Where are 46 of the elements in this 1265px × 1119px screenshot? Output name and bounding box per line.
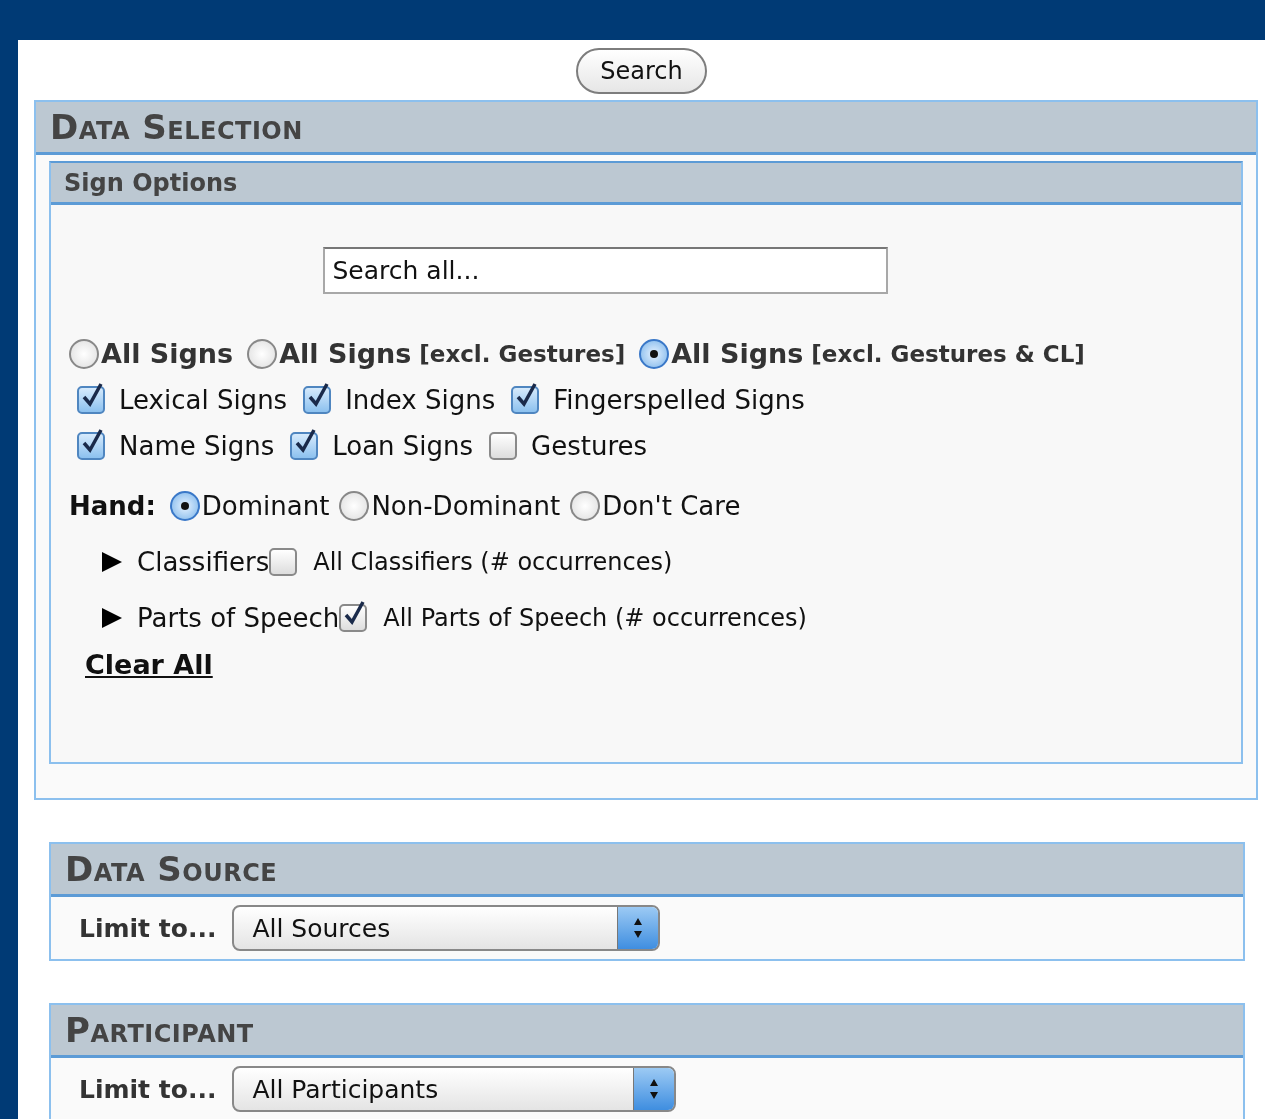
sign-type-checkbox-option[interactable]: Fingerspelled Signs [511, 385, 805, 415]
radio-button[interactable] [69, 338, 99, 369]
scope-radio-option[interactable]: All Signs [excl. Gestures & CL] [639, 338, 1085, 369]
radio-button[interactable] [247, 338, 278, 369]
checkbox[interactable] [77, 432, 105, 460]
filter-checkbox-option[interactable]: All Classifiers (# occurrences) [269, 548, 673, 576]
limit-label: Limit to... [79, 1074, 217, 1104]
hand-label: Hand: [69, 491, 156, 521]
checkbox[interactable] [77, 386, 105, 414]
filter-checkbox-option[interactable]: All Parts of Speech (# occurrences) [339, 604, 807, 632]
section-title: Participant [65, 1010, 254, 1050]
hand-radio-option[interactable]: Dominant [169, 491, 330, 521]
radio-button[interactable] [339, 491, 370, 521]
search-button[interactable]: Search [576, 48, 707, 94]
filter-label[interactable]: Parts of Speech [137, 603, 340, 633]
hand-radio-option[interactable]: Don't Care [570, 491, 741, 521]
stepper-icon [617, 907, 659, 949]
checkbox[interactable] [290, 432, 319, 460]
stepper-icon [633, 1068, 675, 1110]
clear-all-link[interactable]: Clear All [85, 649, 213, 680]
radio-button[interactable] [639, 338, 670, 369]
section-title: Data Selection [50, 107, 303, 147]
checkbox[interactable] [269, 548, 298, 576]
search-field[interactable]: Search all... [322, 247, 888, 294]
limit-label: Limit to... [79, 913, 217, 943]
sign-type-checkbox-option[interactable]: Name Signs [77, 431, 275, 461]
sign-type-checkbox-option[interactable]: Loan Signs [290, 431, 474, 461]
dropdown[interactable]: All Participants [232, 1066, 677, 1112]
disclosure-triangle-icon[interactable] [101, 551, 123, 573]
scope-radio-option[interactable]: All Signs [69, 338, 234, 369]
filter-label[interactable]: Classifiers [137, 547, 270, 577]
radio-button[interactable] [169, 491, 200, 521]
section-title: Data Source [65, 849, 278, 889]
subsection-title: Sign Options [64, 168, 238, 197]
sign-type-checkbox-option[interactable]: Gestures [489, 431, 648, 461]
hand-radio-option[interactable]: Non-Dominant [339, 491, 561, 521]
checkbox[interactable] [489, 432, 518, 460]
radio-button[interactable] [570, 491, 601, 521]
checkbox[interactable] [303, 386, 332, 414]
sign-type-checkbox-option[interactable]: Lexical Signs [77, 385, 288, 415]
disclosure-triangle-icon[interactable] [101, 607, 123, 629]
checkbox[interactable] [339, 604, 368, 632]
checkbox[interactable] [511, 386, 540, 414]
scope-radio-option[interactable]: All Signs [excl. Gestures] [247, 338, 626, 369]
dropdown[interactable]: All Sources [232, 905, 661, 951]
sign-type-checkbox-option[interactable]: Index Signs [303, 385, 496, 415]
